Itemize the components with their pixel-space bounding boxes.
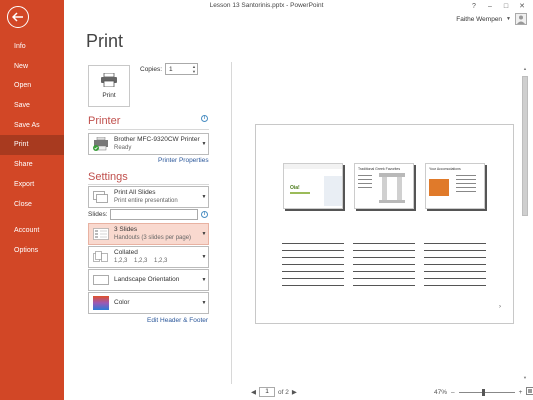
slides-stack-icon <box>92 190 110 204</box>
backstage-nav: Info New Open Save Save As Print Share E… <box>0 37 64 261</box>
previous-page-icon[interactable]: ◀ <box>251 388 256 396</box>
printer-name: Brother MFC-9320CW Printer <box>114 136 200 143</box>
print-range-sub: Print entire presentation <box>114 198 178 204</box>
copies-label: Copies: <box>140 66 163 73</box>
nav-share[interactable]: Share <box>0 155 64 175</box>
collation-sub: 1,2,3 1,2,3 1,2,3 <box>114 258 168 264</box>
chevron-down-icon: ▼ <box>506 16 511 22</box>
zoom-out-icon[interactable]: – <box>451 389 455 396</box>
color-swatch-icon <box>92 296 110 310</box>
collated-pages-icon <box>92 250 110 264</box>
print-button[interactable]: Print <box>88 65 130 107</box>
spinner-arrows-icon[interactable]: ▲ ▼ <box>191 64 197 74</box>
collation-dropdown[interactable]: Collated 1,2,3 1,2,3 1,2,3 ▼ <box>88 246 209 268</box>
printer-properties-link[interactable]: Printer Properties <box>158 157 209 164</box>
printer-info-icon[interactable]: i <box>201 115 208 122</box>
zoom-slider-knob[interactable] <box>481 388 485 396</box>
avatar <box>515 13 527 25</box>
slide-thumbnail: Oia! <box>283 163 343 209</box>
landscape-page-icon <box>92 273 110 287</box>
slide-thumbnail-title: Traditional Greek Favorites <box>358 167 401 171</box>
edit-header-footer-link[interactable]: Edit Header & Footer <box>147 317 208 324</box>
zoom-to-page-icon[interactable] <box>526 387 533 397</box>
page-total-label: of 2 <box>278 388 289 396</box>
page-navigator: ◀ 1 of 2 ▶ <box>251 387 297 397</box>
slide-thumbnail-title: Your Accomodations <box>429 167 461 171</box>
nav-account[interactable]: Account <box>0 221 64 241</box>
handout-note-lines <box>353 243 415 292</box>
pane-divider <box>231 62 232 384</box>
close-button[interactable]: ✕ <box>514 0 530 12</box>
printer-device-icon <box>92 137 110 151</box>
slide-thumbnail: Traditional Greek Favorites <box>354 163 414 209</box>
slide-thumbnail-title: Oia! <box>290 185 300 191</box>
chevron-down-icon: ▼ <box>201 300 207 306</box>
help-button[interactable]: ? <box>466 0 482 12</box>
zoom-in-icon[interactable]: + <box>519 389 523 396</box>
preview-scrollbar[interactable]: ▲ ▼ <box>521 66 529 380</box>
settings-heading: Settings <box>88 171 128 183</box>
chevron-down-icon: ▼ <box>201 141 207 147</box>
color-dropdown[interactable]: Color ▼ <box>88 292 209 314</box>
layout-sub: Handouts (3 slides per page) <box>114 235 192 241</box>
layout-main: 3 Slides <box>114 226 138 233</box>
nav-print[interactable]: Print <box>0 135 64 156</box>
slides-input[interactable] <box>110 209 198 220</box>
handout-note-lines <box>424 243 486 292</box>
print-range-main: Print All Slides <box>114 189 156 196</box>
nav-info[interactable]: Info <box>0 37 64 57</box>
nav-options[interactable]: Options <box>0 241 64 261</box>
user-account[interactable]: Faithe Wempen ▼ <box>456 13 527 25</box>
page-title: Print <box>86 31 124 51</box>
nav-save[interactable]: Save <box>0 96 64 116</box>
printer-heading: Printer <box>88 115 121 127</box>
collation-main: Collated <box>114 249 138 256</box>
slide-thumbnail: Your Accomodations <box>425 163 485 209</box>
nav-export[interactable]: Export <box>0 175 64 195</box>
nav-close[interactable]: Close <box>0 195 64 215</box>
nav-separator <box>0 214 64 221</box>
chevron-down-icon: ▼ <box>201 254 207 260</box>
slides-label: Slides: <box>88 211 108 218</box>
chevron-down-icon: ▼ <box>201 231 207 237</box>
nav-new[interactable]: New <box>0 57 64 77</box>
handout-layout-icon <box>92 227 110 241</box>
print-range-dropdown[interactable]: Print All Slides Print entire presentati… <box>88 186 209 208</box>
minimize-button[interactable]: – <box>482 0 498 12</box>
nav-open[interactable]: Open <box>0 76 64 96</box>
settings-divider <box>88 184 209 185</box>
zoom-percent[interactable]: 47% <box>434 389 447 396</box>
printer-status: Ready <box>114 145 132 151</box>
chevron-down-icon: ▼ <box>201 194 207 200</box>
layout-dropdown[interactable]: 3 Slides Handouts (3 slides per page) ▼ <box>88 223 209 245</box>
slides-info-icon[interactable]: i <box>201 211 208 218</box>
scroll-thumb[interactable] <box>522 76 528 216</box>
color-main: Color <box>114 299 130 306</box>
nav-save-as[interactable]: Save As <box>0 116 64 136</box>
printer-divider <box>88 129 209 130</box>
back-arrow-icon[interactable] <box>7 6 29 28</box>
handout-note-lines <box>282 243 344 292</box>
current-page-input[interactable]: 1 <box>259 387 275 397</box>
window-title: Lesson 13 Santorinis.pptx - PowerPoint <box>209 2 324 9</box>
print-preview-page: Oia! Traditional Greek Favorites Your Ac… <box>255 124 514 324</box>
copies-stepper[interactable]: 1 ▲ ▼ <box>165 63 198 75</box>
zoom-slider[interactable] <box>458 388 515 396</box>
chevron-right-icon: › <box>499 304 501 310</box>
maximize-button[interactable]: □ <box>498 0 514 12</box>
zoom-control: 47% – + <box>434 387 533 397</box>
user-name: Faithe Wempen <box>456 15 503 23</box>
next-page-icon[interactable]: ▶ <box>292 388 297 396</box>
print-button-label: Print <box>102 92 116 99</box>
printer-icon <box>100 72 118 89</box>
orientation-main: Landscape Orientation <box>114 276 180 283</box>
scroll-down-icon[interactable]: ▼ <box>522 375 528 380</box>
backstage-sidebar: Info New Open Save Save As Print Share E… <box>0 0 64 400</box>
printer-dropdown[interactable]: Brother MFC-9320CW Printer Ready ▼ <box>88 133 209 155</box>
scroll-up-icon[interactable]: ▲ <box>522 66 528 71</box>
window-controls: ? – □ ✕ <box>466 0 530 12</box>
chevron-down-icon: ▼ <box>201 277 207 283</box>
orientation-dropdown[interactable]: Landscape Orientation ▼ <box>88 269 209 291</box>
copies-value[interactable]: 1 <box>166 66 191 73</box>
